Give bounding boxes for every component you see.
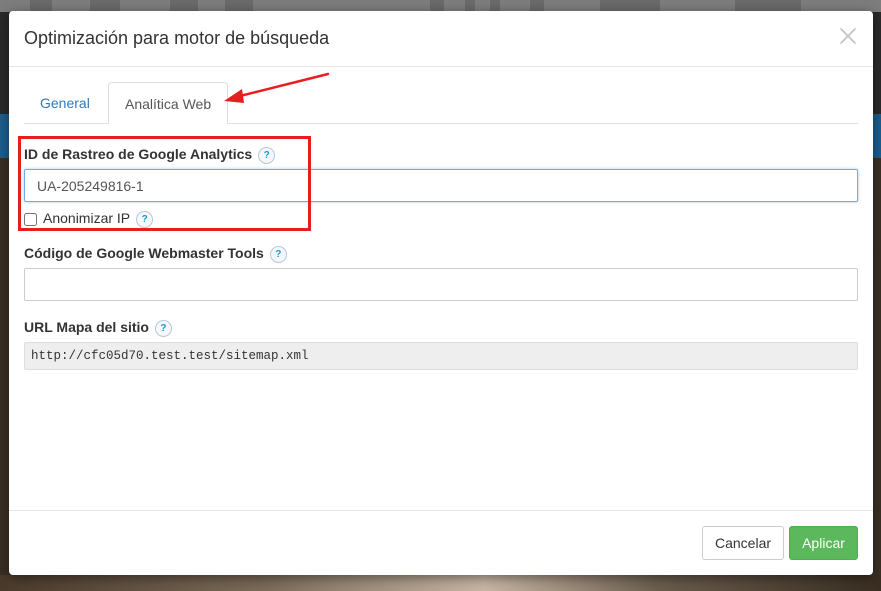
cancel-button[interactable]: Cancelar <box>702 526 784 560</box>
ga-tracking-input[interactable] <box>24 169 858 202</box>
anonymize-ip-checkbox[interactable] <box>24 212 37 226</box>
help-icon[interactable]: ? <box>136 210 154 228</box>
help-icon[interactable]: ? <box>154 319 172 337</box>
modal-body: General Analítica Web <box>24 82 858 124</box>
anonymize-ip-row: Anonimizar IP? <box>24 210 154 228</box>
close-button[interactable] <box>839 27 857 45</box>
seo-modal: Optimización para motor de búsqueda Gene… <box>9 11 873 575</box>
modal-title: Optimización para motor de búsqueda <box>24 28 330 48</box>
webmaster-label-text: Código de Google Webmaster Tools <box>24 245 264 261</box>
tab-web-analytics[interactable]: Analítica Web <box>108 82 229 124</box>
tab-bar: General Analítica Web <box>24 82 858 124</box>
webmaster-label: Código de Google Webmaster Tools? <box>24 245 287 263</box>
help-icon[interactable]: ? <box>258 146 276 164</box>
anonymize-ip-label: Anonimizar IP <box>43 210 131 226</box>
sitemap-label-text: URL Mapa del sitio <box>24 319 149 335</box>
modal-header: Optimización para motor de búsqueda <box>9 11 873 67</box>
modal-footer: Cancelar Aplicar <box>9 510 873 575</box>
background-photo-strip <box>0 575 881 591</box>
ga-tracking-label: ID de Rastreo de Google Analytics? <box>24 146 276 164</box>
close-icon <box>840 28 856 44</box>
ga-tracking-label-text: ID de Rastreo de Google Analytics <box>24 146 253 162</box>
tab-general[interactable]: General <box>24 82 106 123</box>
help-icon[interactable]: ? <box>269 245 287 263</box>
sitemap-label: URL Mapa del sitio? <box>24 319 172 337</box>
background-blue-bar-left <box>0 114 9 158</box>
sitemap-url-field[interactable]: http://cfc05d70.test.test/sitemap.xml <box>24 342 858 370</box>
webmaster-input[interactable] <box>24 268 858 301</box>
apply-button[interactable]: Aplicar <box>789 526 858 560</box>
